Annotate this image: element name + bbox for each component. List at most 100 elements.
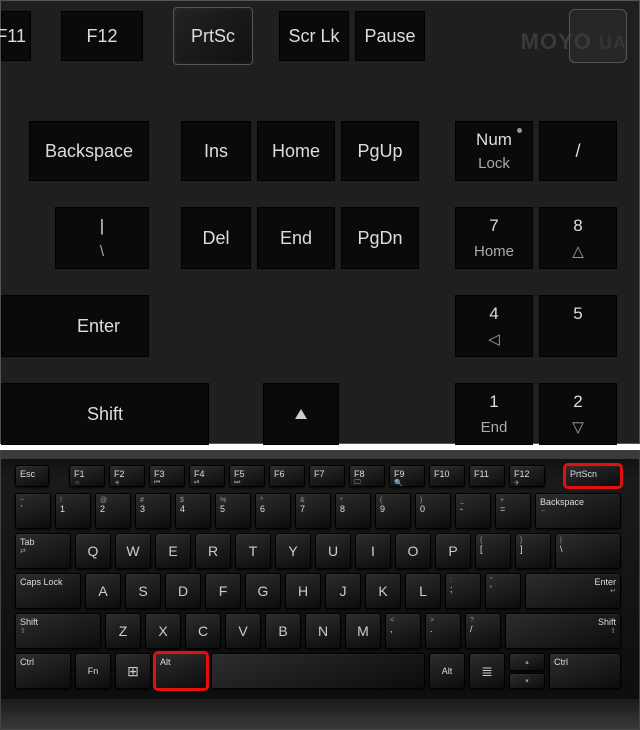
lkey-semicolon[interactable]: :;	[445, 573, 481, 609]
lkey-o[interactable]: O	[395, 533, 431, 569]
key-end[interactable]: End	[257, 207, 335, 269]
lkey-capslock[interactable]: Caps Lock	[15, 573, 81, 609]
lkey-prtscn[interactable]: PrtScn	[565, 465, 621, 487]
lkey-f9[interactable]: F9🔍	[389, 465, 425, 487]
lkey-k[interactable]: K	[365, 573, 401, 609]
lkey-f7[interactable]: F7	[309, 465, 345, 487]
lkey-tab[interactable]: Tab⇄	[15, 533, 71, 569]
lkey-rctrl[interactable]: Ctrl	[549, 653, 621, 689]
lkey-menu[interactable]: ≣	[469, 653, 505, 689]
lkey-p[interactable]: P	[435, 533, 471, 569]
key-scrlk[interactable]: Scr Lk	[279, 11, 349, 61]
lkey-backspace[interactable]: Backspace←	[535, 493, 621, 529]
key-f12[interactable]: F12	[61, 11, 143, 61]
lkey-n[interactable]: N	[305, 613, 341, 649]
lkey-l[interactable]: L	[405, 573, 441, 609]
lkey-enter[interactable]: Enter↵	[525, 573, 621, 609]
key-num5[interactable]: 5	[539, 295, 617, 357]
lkey-a[interactable]: A	[85, 573, 121, 609]
lkey-m[interactable]: M	[345, 613, 381, 649]
lkey-equals[interactable]: +=	[495, 493, 531, 529]
lkey-ralt[interactable]: Alt	[429, 653, 465, 689]
key-up-arrow[interactable]	[263, 383, 339, 445]
lkey-grave[interactable]: ~`	[15, 493, 51, 529]
lkey-b[interactable]: B	[265, 613, 301, 649]
lkey-f2[interactable]: F2☀	[109, 465, 145, 487]
lkey-e[interactable]: E	[155, 533, 191, 569]
lkey-fn[interactable]: Fn	[75, 653, 111, 689]
lkey-t[interactable]: T	[235, 533, 271, 569]
lkey-1[interactable]: !1	[55, 493, 91, 529]
lkey-y[interactable]: Y	[275, 533, 311, 569]
key-num8[interactable]: 8△	[539, 207, 617, 269]
key-ins[interactable]: Ins	[181, 121, 251, 181]
key-num2[interactable]: 2▽	[539, 383, 617, 445]
lkey-slash[interactable]: ?/	[465, 613, 501, 649]
lkey-minus[interactable]: _-	[455, 493, 491, 529]
key-numlock[interactable]: NumLock	[455, 121, 533, 181]
lkey-0[interactable]: )0	[415, 493, 451, 529]
lkey-up[interactable]: ▴	[509, 653, 545, 671]
lkey-alt[interactable]: Alt	[155, 653, 207, 689]
lkey-u[interactable]: U	[315, 533, 351, 569]
lkey-f8[interactable]: F8🖵	[349, 465, 385, 487]
key-del[interactable]: Del	[181, 207, 251, 269]
lkey-quote[interactable]: "'	[485, 573, 521, 609]
lkey-9[interactable]: (9	[375, 493, 411, 529]
key-pause[interactable]: Pause	[355, 11, 425, 61]
lkey-backslash[interactable]: |\	[555, 533, 621, 569]
lkey-f1[interactable]: F1☼	[69, 465, 105, 487]
lkey-x[interactable]: X	[145, 613, 181, 649]
lkey-r[interactable]: R	[195, 533, 231, 569]
lkey-2[interactable]: @2	[95, 493, 131, 529]
lkey-comma[interactable]: <,	[385, 613, 421, 649]
lkey-space[interactable]	[211, 653, 425, 689]
key-prtsc[interactable]: PrtSc	[173, 7, 253, 65]
key-home[interactable]: Home	[257, 121, 335, 181]
lkey-f6[interactable]: F6	[269, 465, 305, 487]
lkey-lshift[interactable]: Shift⇧	[15, 613, 101, 649]
lkey-3[interactable]: #3	[135, 493, 171, 529]
lkey-d[interactable]: D	[165, 573, 201, 609]
lkey-4[interactable]: $4	[175, 493, 211, 529]
lkey-i[interactable]: I	[355, 533, 391, 569]
key-num4[interactable]: 4◁	[455, 295, 533, 357]
lkey-period[interactable]: >.	[425, 613, 461, 649]
lkey-c[interactable]: C	[185, 613, 221, 649]
key-slash[interactable]: /	[539, 121, 617, 181]
lkey-z[interactable]: Z	[105, 613, 141, 649]
key-f11[interactable]: F11	[1, 11, 31, 61]
key-enter[interactable]: Enter	[1, 295, 149, 357]
key-num1[interactable]: 1End	[455, 383, 533, 445]
lkey-f4[interactable]: F4⏯	[189, 465, 225, 487]
lkey-6[interactable]: ^6	[255, 493, 291, 529]
key-shift[interactable]: Shift	[1, 383, 209, 445]
lkey-f11[interactable]: F11	[469, 465, 505, 487]
lkey-g[interactable]: G	[245, 573, 281, 609]
key-backslash[interactable]: |\	[55, 207, 149, 269]
lkey-rshift[interactable]: Shift⇧	[505, 613, 621, 649]
lkey-q[interactable]: Q	[75, 533, 111, 569]
key-backspace[interactable]: Backspace	[29, 121, 149, 181]
lkey-esc[interactable]: Esc	[15, 465, 49, 487]
lkey-windows[interactable]: ⊞	[115, 653, 151, 689]
key-pgdn[interactable]: PgDn	[341, 207, 419, 269]
lkey-f5[interactable]: F5⏭	[229, 465, 265, 487]
lkey-lbracket[interactable]: {[	[475, 533, 511, 569]
lkey-7[interactable]: &7	[295, 493, 331, 529]
key-num7[interactable]: 7Home	[455, 207, 533, 269]
lkey-j[interactable]: J	[325, 573, 361, 609]
lkey-down[interactable]: ▾	[509, 673, 545, 689]
lkey-f10[interactable]: F10	[429, 465, 465, 487]
lkey-f[interactable]: F	[205, 573, 241, 609]
lkey-8[interactable]: *8	[335, 493, 371, 529]
lkey-lctrl[interactable]: Ctrl	[15, 653, 71, 689]
lkey-v II[interactable]: V	[225, 613, 261, 649]
lkey-s[interactable]: S	[125, 573, 161, 609]
lkey-w[interactable]: W	[115, 533, 151, 569]
lkey-rbracket[interactable]: }]	[515, 533, 551, 569]
lkey-5[interactable]: %5	[215, 493, 251, 529]
lkey-h[interactable]: H	[285, 573, 321, 609]
key-pgup[interactable]: PgUp	[341, 121, 419, 181]
lkey-f3[interactable]: F3⏮	[149, 465, 185, 487]
